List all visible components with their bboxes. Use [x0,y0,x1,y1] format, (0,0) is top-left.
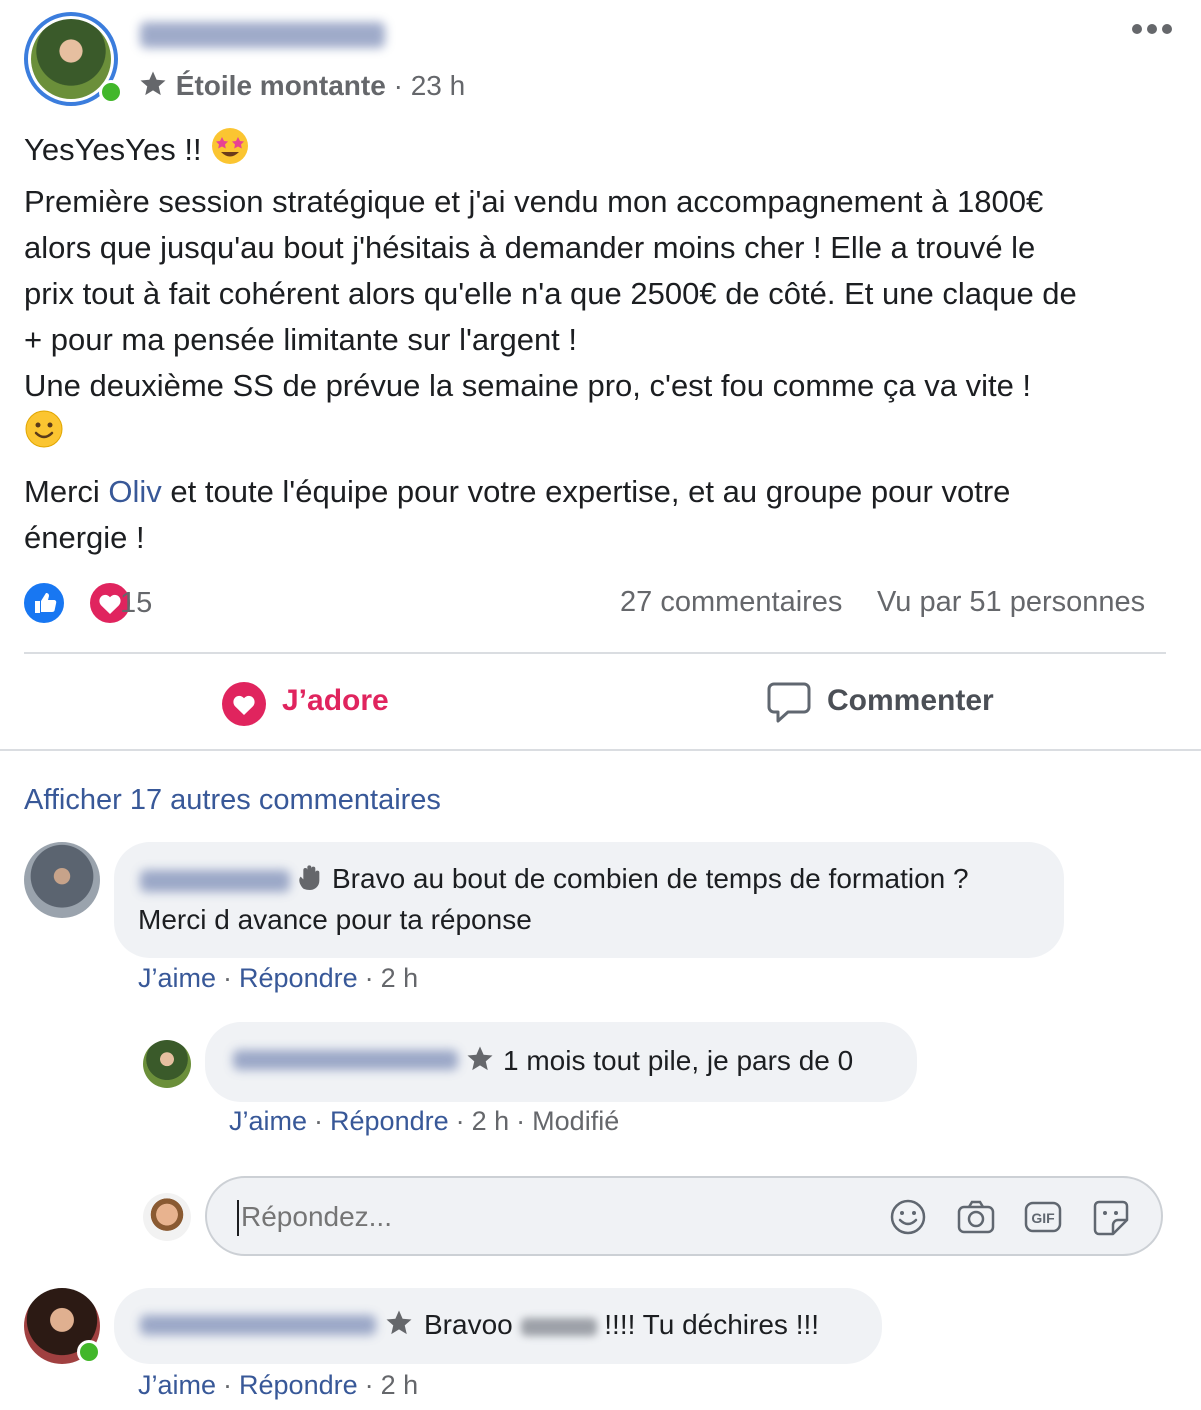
comment-2-text-post: !!!! Tu déchires !!! [596,1309,820,1340]
smile-emoji [24,409,64,462]
comment-1-reply[interactable]: Répondre [239,963,358,993]
reply-1-author[interactable] [233,1050,458,1070]
comment-2-like[interactable]: J’aime [138,1370,216,1400]
star-badge-icon [138,69,168,108]
thanks-line-2: énergie ! [24,520,145,555]
gif-icon[interactable]: GIF [1023,1198,1063,1241]
star-badge-icon [384,1308,414,1343]
comment-2-reply[interactable]: Répondre [239,1370,358,1400]
comment-label: Commenter [827,684,994,717]
reply-input[interactable] [239,1194,863,1240]
reply-1-avatar[interactable] [143,1040,191,1088]
post-line-2: Première session stratégique et j'ai ven… [24,184,1044,219]
online-indicator [77,1340,101,1364]
reply-1-like[interactable]: J’aime [229,1106,307,1136]
current-user-avatar [143,1193,191,1241]
comment-2-author[interactable] [140,1315,376,1335]
post-meta: Étoile montante · 23 h [138,68,465,108]
comment-icon [766,680,812,731]
comment-2-mention[interactable] [520,1317,597,1336]
camera-icon[interactable] [956,1198,996,1241]
love-label: J’adore [282,684,389,717]
reply-1-reply[interactable]: Répondre [330,1106,449,1136]
divider [24,652,1166,654]
comment-1-text-1: Bravo au bout de combien de temps de for… [332,863,969,894]
star-badge-icon [465,1044,495,1079]
comment-button[interactable]: Commenter [766,680,1026,728]
online-indicator [99,80,123,104]
reply-1-time[interactable]: 2 h [472,1106,510,1136]
reply-1-meta: J’aime · Répondre · 2 h · Modifié [229,1106,620,1136]
reply-1-bubble: 1 mois tout pile, je pars de 0 [205,1022,917,1102]
svg-text:GIF: GIF [1031,1210,1055,1226]
post-author-name[interactable] [140,22,385,48]
reactions-count[interactable]: 15 [120,587,152,620]
comment-1-avatar[interactable] [24,842,100,918]
post-line-6: Une deuxième SS de prévue la semaine pro… [24,368,1032,403]
star-struck-emoji [210,126,250,179]
like-reaction-icon [22,581,66,630]
reply-box[interactable]: GIF [205,1176,1163,1256]
seen-by-count[interactable]: Vu par 51 personnes [877,586,1145,619]
reactions-summary[interactable]: 15 [22,581,182,627]
comment-2-bubble: Bravoo !!!! Tu déchires !!! [114,1288,882,1364]
mention-link[interactable]: Oliv [108,474,161,509]
comment-1-text-2: Merci d avance pour ta réponse [138,904,532,935]
post-line-5: + pour ma pensée limitante sur l'argent … [24,322,578,357]
love-button[interactable]: J’adore [222,680,482,728]
comment-2-meta: J’aime · Répondre · 2 h [138,1370,419,1400]
reply-1-edited[interactable]: Modifié [532,1106,619,1136]
comment-1-time[interactable]: 2 h [381,963,419,993]
comment-2-time[interactable]: 2 h [381,1370,419,1400]
post-line-4: prix tout à fait cohérent alors qu'elle … [24,276,1077,311]
more-comments-link[interactable]: Afficher 17 autres commentaires [24,784,441,817]
section-divider [0,749,1201,751]
post-line-1: YesYesYes !! [24,132,211,167]
comments-count[interactable]: 27 commentaires [620,586,842,619]
emoji-icon[interactable] [889,1198,927,1241]
more-icon[interactable] [1130,20,1174,38]
reply-1-text: 1 mois tout pile, je pars de 0 [503,1045,854,1076]
post-body: YesYesYes !! Première session stratégiqu… [24,126,1184,561]
comment-1-author[interactable] [140,870,290,892]
comment-2-text-pre: Bravoo [424,1309,521,1340]
comment-1-bubble: Bravo au bout de combien de temps de for… [114,842,1064,958]
post-line-3: alors que jusqu'au bout j'hésitais à dem… [24,230,1036,265]
wave-icon [294,862,326,899]
thanks-rest: et toute l'équipe pour votre expertise, … [161,474,1011,509]
love-icon [222,682,266,731]
sticker-icon[interactable] [1091,1198,1131,1243]
comment-1-like[interactable]: J’aime [138,963,216,993]
thanks-prefix: Merci [24,474,109,509]
badge-label[interactable]: Étoile montante [176,70,386,101]
post-time[interactable]: 23 h [411,70,466,101]
comment-1-meta: J’aime · Répondre · 2 h [138,963,419,993]
